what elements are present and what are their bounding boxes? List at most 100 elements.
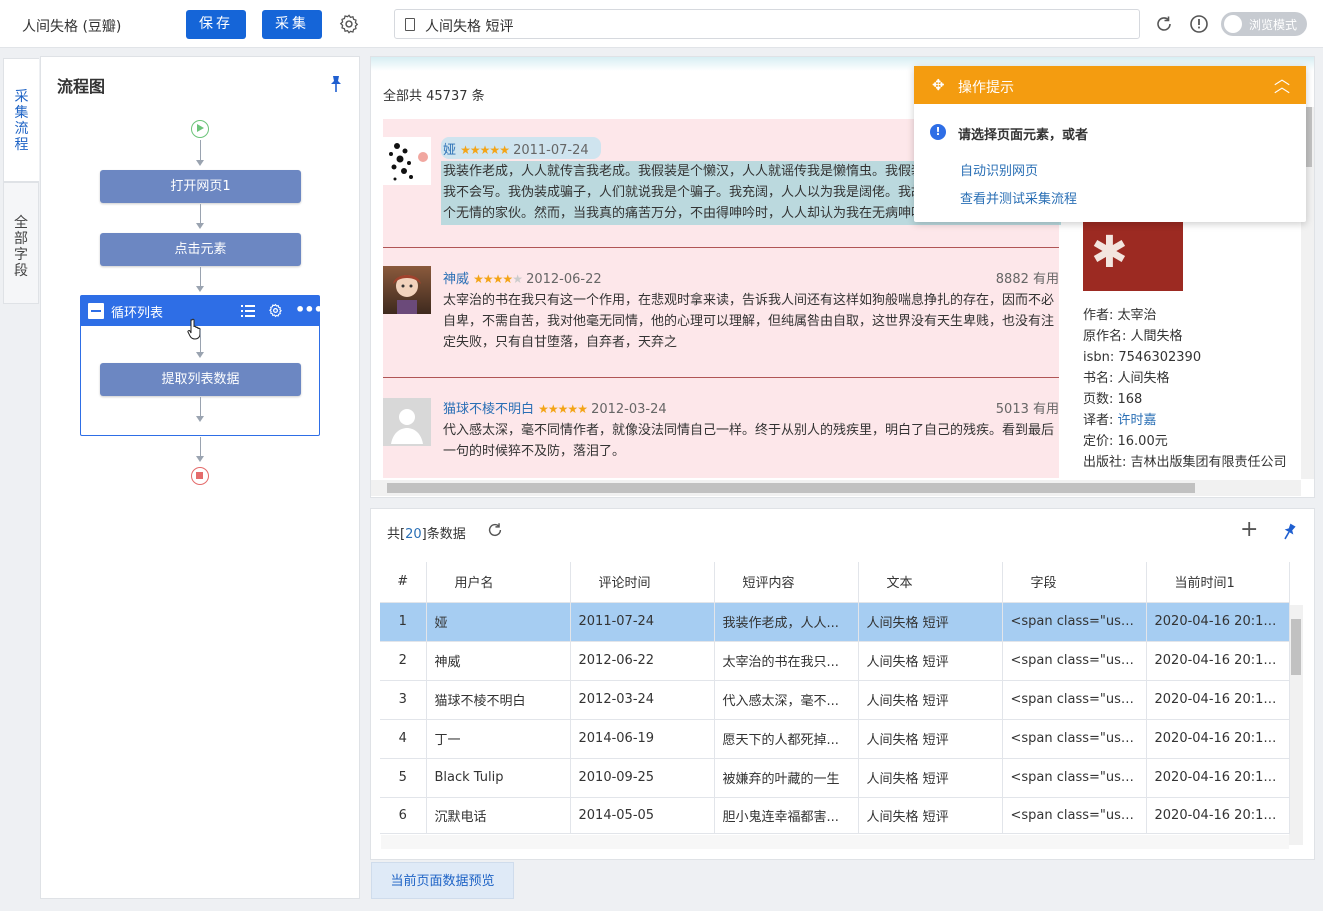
collect-button[interactable]: 采集 (262, 10, 322, 39)
col-header[interactable]: 字段 (1002, 562, 1147, 603)
url-address-box[interactable]: 人间失格 短评 (394, 9, 1140, 39)
cell-current-time[interactable]: 2020-04-16 20:19:... (1146, 719, 1290, 759)
review-user[interactable]: 神威 (443, 272, 469, 287)
flow-connector (200, 204, 201, 224)
cell-content[interactable]: 我装作老成，人人... (714, 602, 859, 642)
node-open-page[interactable]: 打开网页1 (100, 170, 301, 203)
tab-collect-flow[interactable]: 采集流程 (3, 58, 39, 182)
table-row[interactable]: 3 猫球不棱不明白 2012-03-24 代入感太深，毫不... 人间失格 短评… (380, 680, 1290, 720)
review-text: 代入感太深，毫不同情作者，就像没法同情自己一样。终于从别人的残疾里，明白了自己的… (443, 423, 1055, 459)
review-item[interactable]: 猫球不棱不明白 ★★★★★ 2012-03-24 5013 有用 代入感太深，毫… (383, 378, 1059, 478)
cell-text[interactable]: 人间失格 短评 (858, 641, 1003, 681)
cell-time[interactable]: 2014-06-19 (570, 719, 715, 759)
collapse-up-icon[interactable]: ︿ ︿ (1274, 71, 1290, 95)
table-vertical-scrollbar[interactable] (1289, 605, 1303, 845)
cell-content[interactable]: 代入感太深，毫不... (714, 680, 859, 720)
cell-current-time[interactable]: 2020-04-16 20:19:... (1146, 797, 1290, 834)
flow-connector (200, 437, 201, 457)
col-header[interactable]: 当前时间1 (1146, 562, 1290, 603)
move-icon[interactable]: ✥ (932, 76, 945, 94)
cell-content[interactable]: 被嫌弃的叶藏的一生 (714, 758, 859, 798)
cell-content[interactable]: 胆小鬼连幸福都害... (714, 797, 859, 834)
cell-username[interactable]: Black Tulip (426, 758, 571, 798)
test-flow-link[interactable]: 查看并测试采集流程 (960, 188, 1077, 207)
node-settings-icon[interactable] (268, 303, 283, 322)
cell-current-time[interactable]: 2020-04-16 20:19:... (1146, 758, 1290, 798)
col-header[interactable]: 文本 (858, 562, 1003, 603)
cell-content[interactable]: 愿天下的人都死掉... (714, 719, 859, 759)
col-header[interactable]: 用户名 (426, 562, 571, 603)
table-row[interactable]: 6 沉默电话 2014-05-05 胆小鬼连幸福都害... 人间失格 短评 <s… (380, 797, 1290, 834)
cell-current-time[interactable]: 2020-04-16 20:19:... (1146, 602, 1290, 642)
review-user[interactable]: 猫球不棱不明白 (443, 402, 534, 417)
cell-text[interactable]: 人间失格 短评 (858, 719, 1003, 759)
cell-time[interactable]: 2011-07-24 (570, 602, 715, 642)
pin-data-icon[interactable] (1281, 523, 1297, 545)
start-icon (191, 120, 209, 138)
cell-username[interactable]: 沉默电话 (426, 797, 571, 834)
review-header: 神威 ★★★★★ 2012-06-22 (443, 268, 602, 287)
cell-index: 4 (380, 719, 427, 759)
cell-field[interactable]: <span class="user... (1002, 719, 1147, 759)
table-row[interactable]: 2 神威 2012-06-22 太宰治的书在我只... 人间失格 短评 <spa… (380, 641, 1290, 681)
table-horizontal-scrollbar[interactable] (381, 835, 1289, 849)
refresh-data-icon[interactable] (486, 521, 504, 543)
tab-all-fields[interactable]: 全部字段 (3, 182, 39, 304)
cell-index: 1 (380, 602, 427, 642)
tip-header[interactable]: ✥ 操作提示 ︿ ︿ (914, 66, 1306, 104)
cell-text[interactable]: 人间失格 短评 (858, 602, 1003, 642)
cell-text[interactable]: 人间失格 短评 (858, 758, 1003, 798)
cell-field[interactable]: <span class="user... (1002, 797, 1147, 834)
cell-field[interactable]: <span class="user... (1002, 602, 1147, 642)
auto-detect-link[interactable]: 自动识别网页 (960, 160, 1038, 179)
cell-username[interactable]: 娅 (426, 602, 571, 642)
cell-current-time[interactable]: 2020-04-16 20:19:... (1146, 641, 1290, 681)
info-icon[interactable] (1189, 14, 1209, 34)
cell-content[interactable]: 太宰治的书在我只... (714, 641, 859, 681)
cell-field[interactable]: <span class="user... (1002, 641, 1147, 681)
horizontal-scrollbar[interactable] (371, 480, 1301, 496)
review-item[interactable]: 神威 ★★★★★ 2012-06-22 8882 有用 太宰治的书在我只有这一个… (383, 248, 1059, 378)
col-header[interactable]: 短评内容 (714, 562, 859, 603)
pin-icon[interactable] (328, 75, 344, 97)
cell-time[interactable]: 2012-06-22 (570, 641, 715, 681)
table-row[interactable]: 5 Black Tulip 2010-09-25 被嫌弃的叶藏的一生 人间失格 … (380, 758, 1290, 798)
col-header[interactable]: 评论时间 (570, 562, 715, 603)
refresh-icon[interactable] (1154, 14, 1174, 34)
review-user[interactable]: 娅 (443, 143, 456, 158)
tab-page-data-preview[interactable]: 当前页面数据预览 (371, 862, 514, 899)
cell-text[interactable]: 人间失格 短评 (858, 680, 1003, 720)
book-price: 定价: 16.00元 (1083, 434, 1168, 449)
settings-gear-icon[interactable] (338, 13, 360, 35)
more-icon[interactable]: ••• (295, 300, 324, 319)
node-click-element[interactable]: 点击元素 (100, 233, 301, 266)
scroll-thumb[interactable] (387, 483, 1195, 493)
save-button[interactable]: 保存 (186, 10, 246, 39)
table-row[interactable]: 1 娅 2011-07-24 我装作老成，人人... 人间失格 短评 <span… (380, 602, 1290, 642)
cell-time[interactable]: 2014-05-05 (570, 797, 715, 834)
operation-tip-popup: ✥ 操作提示 ︿ ︿ ! 请选择页面元素，或者 自动识别网页 查看并测试采集流程 (914, 66, 1306, 222)
add-field-icon[interactable]: + (1240, 519, 1258, 541)
node-extract-list[interactable]: 提取列表数据 (100, 363, 301, 396)
table-row[interactable]: 4 丁一 2014-06-19 愿天下的人都死掉... 人间失格 短评 <spa… (380, 719, 1290, 759)
top-toolbar: 人间失格 (豆瓣) 保存 采集 人间失格 短评 浏览模式 (0, 0, 1323, 48)
browse-mode-toggle[interactable]: 浏览模式 (1221, 12, 1307, 36)
flow-arrow (196, 352, 204, 358)
cell-username[interactable]: 猫球不棱不明白 (426, 680, 571, 720)
list-icon[interactable] (241, 304, 255, 322)
translator-link[interactable]: 许时嘉 (1118, 413, 1157, 428)
cell-time[interactable]: 2010-09-25 (570, 758, 715, 798)
cell-time[interactable]: 2012-03-24 (570, 680, 715, 720)
book-cover[interactable]: ✱ (1083, 217, 1183, 291)
cell-username[interactable]: 神威 (426, 641, 571, 681)
collapse-icon[interactable] (88, 303, 104, 319)
cell-text[interactable]: 人间失格 短评 (858, 797, 1003, 834)
cell-field[interactable]: <span class="user... (1002, 758, 1147, 798)
cell-field[interactable]: <span class="user... (1002, 680, 1147, 720)
cell-current-time[interactable]: 2020-04-16 20:19:... (1146, 680, 1290, 720)
book-publisher: 出版社: 吉林出版集团有限责任公司 (1083, 455, 1287, 470)
toggle-knob (1224, 15, 1242, 33)
col-header[interactable]: # (380, 562, 427, 603)
cell-username[interactable]: 丁一 (426, 719, 571, 759)
scroll-thumb[interactable] (1291, 619, 1301, 675)
